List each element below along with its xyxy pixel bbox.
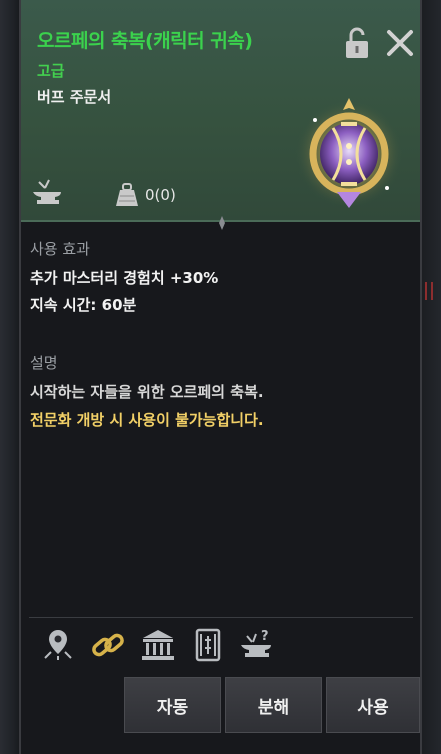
description-warning: 전문화 개방 시 사용이 불가능합니다.: [30, 411, 264, 429]
divider: [29, 617, 413, 618]
item-title: 오르페의 축복(캐릭터 귀속): [37, 30, 253, 52]
item-tooltip: 오르페의 축복(캐릭터 귀속) 고급 버프 주문서 0(0) 사용 효과 추가 …: [19, 0, 422, 754]
anvil-question-icon[interactable]: ?: [239, 626, 277, 664]
item-type: 버프 주문서: [37, 88, 112, 106]
anvil-icon: [33, 179, 61, 204]
use-button[interactable]: 사용: [326, 677, 420, 733]
item-image: [295, 98, 403, 208]
unlock-icon[interactable]: [343, 26, 371, 60]
use-effect-label: 사용 효과: [30, 240, 90, 258]
svg-text:?: ?: [261, 629, 269, 644]
effect-line-1: 추가 마스터리 경험치 +30%: [30, 269, 219, 287]
description-label: 설명: [30, 354, 58, 372]
map-pin-icon[interactable]: [39, 626, 77, 664]
bank-icon[interactable]: [139, 626, 177, 664]
close-icon[interactable]: [385, 28, 415, 58]
background-right: [419, 0, 441, 754]
divider-ornament-icon: [219, 216, 225, 230]
weight-icon: [116, 183, 138, 206]
weight-value: 0(0): [145, 186, 176, 204]
item-grade: 고급: [37, 62, 65, 80]
effect-line-2: 지속 시간: 60분: [30, 296, 137, 314]
scroll-icon[interactable]: [189, 626, 227, 664]
chain-link-icon[interactable]: [89, 626, 127, 664]
tooltip-header: 오르페의 축복(캐릭터 귀속) 고급 버프 주문서 0(0): [21, 0, 420, 222]
description-line: 시작하는 자들을 위한 오르페의 축복.: [30, 383, 264, 401]
disassemble-button[interactable]: 분해: [225, 677, 322, 733]
background-marker: [425, 282, 433, 300]
auto-button[interactable]: 자동: [124, 677, 221, 733]
